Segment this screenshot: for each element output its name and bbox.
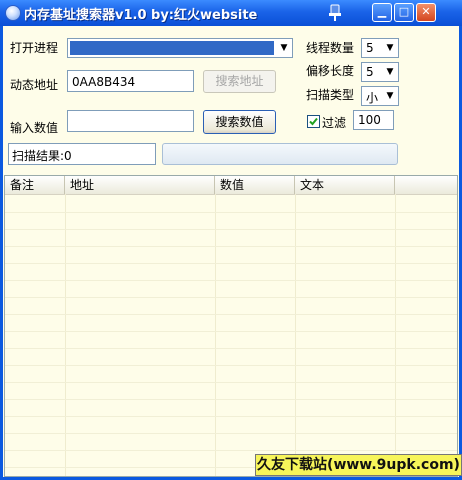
close-icon: ✕ [421,5,431,18]
chevron-down-icon[interactable]: ▼ [276,39,292,57]
filter-value: 100 [358,113,381,127]
scan-result-text: 扫描结果:0 [12,149,72,163]
minimize-button[interactable]: ▁ [372,3,392,22]
scan-type-value: 小 [366,91,379,105]
grid-line [5,399,457,400]
address-value: 0AA8B434 [72,75,136,89]
grid-line [5,331,457,332]
threads-label: 线程数量 [306,41,355,55]
grid-line [5,348,457,349]
column-divider [395,194,396,476]
grid-line [5,314,457,315]
result-box: 扫描结果:0 [8,143,156,165]
column-header-remark[interactable]: 备注 [5,176,65,194]
maximize-icon: □ [398,5,410,18]
grid-line [5,450,457,451]
column-divider [215,194,216,476]
chevron-down-icon[interactable]: ▼ [382,39,398,57]
app-icon [5,5,21,21]
grid-line [5,246,457,247]
column-header-text[interactable]: 文本 [295,176,395,194]
filter-checkbox[interactable] [307,115,320,128]
client-area: 打开进程 ▼ 线程数量 5 ▼ 动态地址 0AA8B434 搜索地址 偏移长度 … [3,26,462,477]
check-icon [309,117,318,126]
minimize-icon: ▁ [377,5,387,18]
process-label: 打开进程 [10,41,59,55]
process-combo[interactable]: ▼ [67,38,293,58]
results-table[interactable]: 备注 地址 数值 文本 [4,175,458,477]
threads-combo[interactable]: 5 ▼ [361,38,399,58]
search-value-button[interactable]: 搜索数值 [203,110,276,134]
filter-value-input[interactable]: 100 [353,110,394,130]
progress-bar [162,143,398,165]
column-header-address[interactable]: 地址 [65,176,215,194]
grid-line [5,280,457,281]
grid-line [5,365,457,366]
grid-line [5,229,457,230]
offset-value: 5 [366,65,374,79]
grid-line [5,212,457,213]
pin-icon[interactable] [328,4,342,21]
filter-label: 过滤 [322,116,347,130]
close-button[interactable]: ✕ [416,3,436,22]
offset-combo[interactable]: 5 ▼ [361,62,399,82]
address-label: 动态地址 [10,78,59,92]
grid-line [5,382,457,383]
input-value-label: 输入数值 [10,121,59,135]
search-address-button[interactable]: 搜索地址 [203,70,276,93]
scan-type-label: 扫描类型 [306,88,355,102]
watermark: 久友下载站(www.9upk.com) [255,454,462,476]
app-window: 内存基址搜索器v1.0 by:红火website ▁ □ ✕ 打开进程 ▼ 线程… [0,0,462,480]
process-selected [70,41,274,55]
table-header: 备注 地址 数值 文本 [5,176,457,195]
value-input[interactable] [67,110,194,132]
scan-type-combo[interactable]: 小 ▼ [361,86,399,106]
grid-line [5,297,457,298]
threads-value: 5 [366,41,374,55]
column-header-value[interactable]: 数值 [215,176,295,194]
chevron-down-icon[interactable]: ▼ [382,63,398,81]
chevron-down-icon[interactable]: ▼ [382,87,398,105]
grid-line [5,416,457,417]
title-bar[interactable]: 内存基址搜索器v1.0 by:红火website ▁ □ ✕ [0,0,462,26]
column-divider [295,194,296,476]
grid-line [5,433,457,434]
column-divider [65,194,66,476]
address-input[interactable]: 0AA8B434 [67,70,194,92]
grid-line [5,263,457,264]
maximize-button[interactable]: □ [394,3,414,22]
window-title: 内存基址搜索器v1.0 by:红火website [24,8,258,23]
offset-label: 偏移长度 [306,64,355,78]
